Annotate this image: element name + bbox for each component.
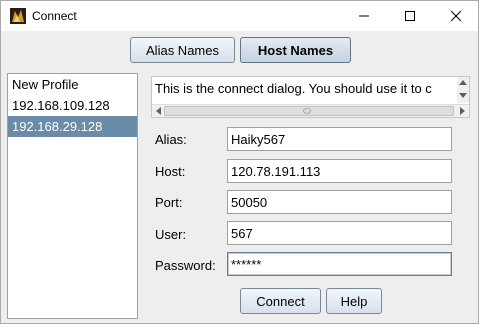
title-bar[interactable]: Connect [1, 1, 478, 31]
password-label: Password: [155, 258, 216, 273]
vertical-scrollbar[interactable] [457, 77, 469, 103]
scroll-up-icon[interactable] [459, 79, 467, 85]
profile-item[interactable]: 192.168.109.128 [8, 95, 137, 116]
host-names-button[interactable]: Host Names [240, 37, 351, 63]
host-label: Host: [155, 164, 186, 179]
connect-button[interactable]: Connect [240, 288, 321, 314]
minimize-button[interactable] [341, 1, 387, 31]
minimize-icon [359, 15, 369, 17]
scroll-right-icon[interactable] [460, 107, 466, 115]
connect-dialog: Connect Alias Names Host Names New Profi… [0, 0, 479, 324]
profile-item-selected[interactable]: 192.168.29.128 [8, 116, 137, 137]
maximize-button[interactable] [387, 1, 433, 31]
horizontal-scrollbar[interactable] [152, 104, 469, 117]
host-field[interactable] [227, 159, 452, 183]
grip-icon [303, 108, 311, 114]
profile-item-new[interactable]: New Profile [8, 74, 137, 95]
horizontal-scroll-thumb[interactable] [164, 106, 454, 116]
maximize-icon [405, 11, 415, 21]
alias-names-button[interactable]: Alias Names [130, 37, 235, 63]
close-button[interactable] [433, 1, 479, 31]
alias-field[interactable] [227, 127, 452, 151]
user-label: User: [155, 227, 187, 242]
alias-label: Alias: [155, 132, 187, 147]
port-label: Port: [155, 195, 183, 210]
scroll-left-icon[interactable] [155, 107, 161, 115]
description-text: This is the connect dialog. You should u… [155, 81, 432, 96]
port-field[interactable] [227, 190, 452, 214]
window-title: Connect [32, 9, 77, 23]
close-icon [450, 10, 462, 22]
profile-list[interactable]: New Profile 192.168.109.128 192.168.29.1… [7, 73, 138, 319]
password-field[interactable] [227, 252, 452, 276]
app-icon [10, 8, 26, 24]
help-button[interactable]: Help [326, 288, 382, 314]
scroll-down-icon[interactable] [459, 93, 467, 99]
description-area: This is the connect dialog. You should u… [151, 76, 470, 118]
user-field[interactable] [227, 221, 452, 245]
